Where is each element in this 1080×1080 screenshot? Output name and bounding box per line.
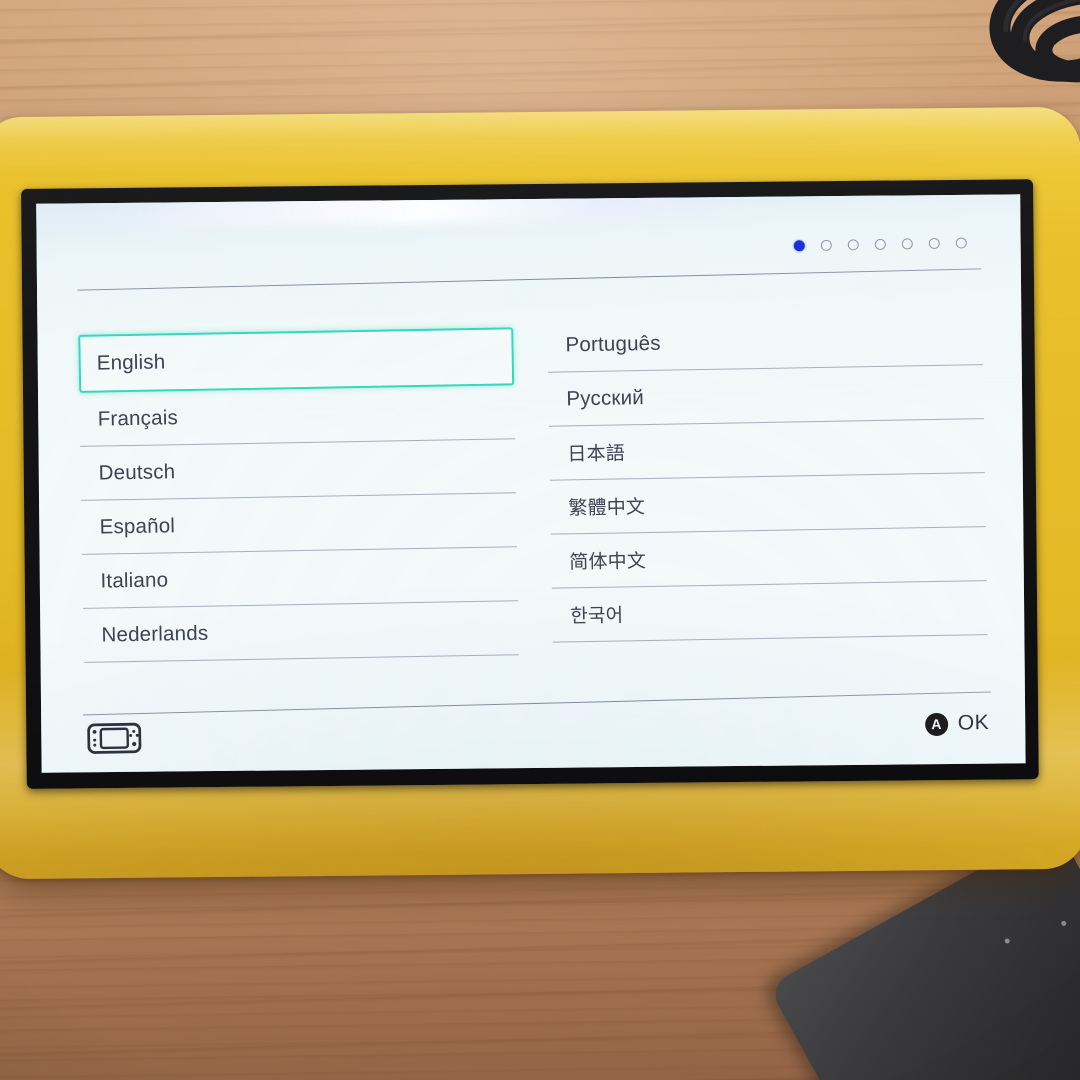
language-column-left: English Français Deutsch Español Italiano Ned… [78, 299, 520, 698]
language-column-right: Português Русский 日本語繁體中文简体中文 한국어 [547, 291, 989, 690]
language-label: Nederlands [101, 621, 209, 647]
ok-action[interactable]: A OK [924, 711, 990, 736]
switch-lite-console: English Français Deutsch Español Italiano Ned… [0, 106, 1080, 880]
ok-label: OK [957, 711, 990, 735]
photo-scene: English Français Deutsch Español Italiano Ned… [0, 0, 1080, 1080]
page-dot-4[interactable] [874, 238, 886, 250]
language-option-right-3[interactable]: 日本語 [548, 419, 985, 481]
language-option-left-1[interactable]: English [78, 327, 515, 393]
language-option-right-2[interactable]: Русский [547, 365, 984, 427]
language-label: 简体中文 [569, 551, 647, 574]
language-option-right-5[interactable]: 简体中文 [550, 527, 987, 589]
bottom-action-bar: A OK [87, 700, 990, 762]
language-list: English Français Deutsch Español Italiano Ned… [78, 291, 989, 698]
page-dot-6[interactable] [928, 237, 940, 250]
language-option-right-1[interactable]: Português [547, 311, 983, 373]
language-label: Italiano [100, 567, 169, 593]
language-label: Русский [566, 385, 645, 410]
language-option-left-3[interactable]: Deutsch [80, 439, 517, 501]
page-dot-2[interactable] [820, 239, 832, 251]
page-dot-7[interactable] [955, 237, 967, 249]
language-label: English [96, 350, 166, 375]
page-dot-1[interactable] [793, 240, 805, 252]
language-label: Español [99, 513, 176, 539]
screen-bezel: English Français Deutsch Español Italiano Ned… [21, 179, 1039, 789]
language-select-ui: English Français Deutsch Español Italiano Ned… [36, 194, 1025, 772]
lcd-screen[interactable]: English Français Deutsch Español Italiano Ned… [36, 194, 1026, 773]
accessory-dot [1003, 937, 1011, 945]
accessory-dot [1060, 919, 1068, 927]
language-option-left-4[interactable]: Español [81, 493, 518, 555]
switch-handheld-icon[interactable] [87, 722, 142, 755]
page-indicator [793, 237, 967, 252]
language-label: Français [97, 405, 179, 431]
language-option-left-2[interactable]: Français [79, 385, 516, 447]
language-label: 繁體中文 [568, 497, 646, 520]
language-option-left-6[interactable]: Nederlands [83, 601, 519, 663]
page-dot-5[interactable] [901, 238, 913, 250]
language-option-left-5[interactable]: Italiano [82, 547, 518, 609]
language-option-right-6[interactable]: 한국어 [551, 581, 988, 643]
language-label: 한국어 [570, 605, 624, 628]
language-option-right-4[interactable]: 繁體中文 [549, 473, 986, 535]
page-dot-3[interactable] [847, 239, 859, 251]
top-divider [77, 268, 982, 291]
usb-cable [880, 0, 1080, 118]
language-label: Deutsch [98, 459, 176, 485]
button-a-icon: A [924, 712, 949, 736]
language-label: 日本語 [567, 443, 626, 466]
language-label: Português [565, 331, 661, 356]
